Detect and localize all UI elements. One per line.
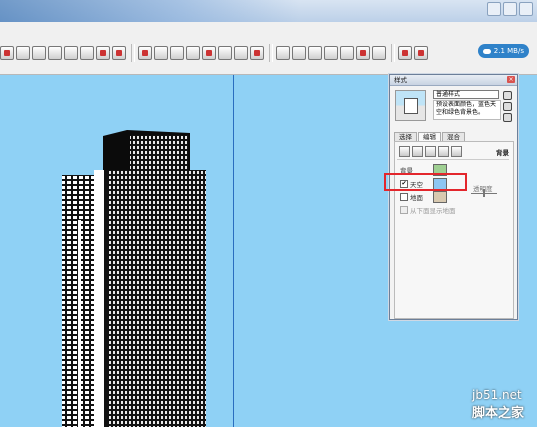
style-name-field[interactable]: 普通样式 [433,90,499,99]
plugin-icon[interactable] [398,46,412,60]
edit-pane: 背景 背景 ✔ 天空 地面 透明度 从下面显示地面 [394,141,514,319]
toolbar-separator [269,44,273,62]
edge-settings-icon[interactable] [399,146,410,157]
hat-icon[interactable] [112,46,126,60]
styles-panel: 样式 × 普通样式 预设表面颜色，蓝色天空和绿色背景色。 选择 编辑 混合 背景… [389,74,518,320]
scissors-icon[interactable] [202,46,216,60]
solid-icon[interactable] [340,46,354,60]
panel-title-bar: 样式 × [390,75,517,86]
style-description-field[interactable]: 预设表面颜色，蓝色天空和绿色背景色。 [433,100,501,120]
title-bar-accent [0,0,300,22]
style-thumbnail [395,90,426,121]
ground-checkbox[interactable] [400,193,408,201]
curve-icon[interactable] [170,46,184,60]
curve-icon[interactable] [154,46,168,60]
show-ground-below-checkbox[interactable] [400,206,408,214]
wall-icon[interactable] [80,46,94,60]
solid-icon[interactable] [276,46,290,60]
angle-icon[interactable] [234,46,248,60]
minimize-button[interactable] [487,2,501,16]
toolbar-separator [391,44,395,62]
speed-badge: 2.1 MB/s [477,44,529,58]
pen-icon[interactable] [372,46,386,60]
close-icon[interactable]: × [507,76,515,83]
update-icon[interactable] [503,113,512,122]
solid-icon[interactable] [308,46,322,60]
speed-text: 2.1 MB/s [493,47,524,55]
ground-label: 地面 [410,194,423,202]
transparency-slider-thumb[interactable] [483,189,485,197]
angle-icon[interactable] [218,46,232,60]
watermark-name: 脚本之家 [472,406,525,421]
watermark-site: jb51.net [472,388,522,402]
refresh-icon[interactable] [503,102,512,111]
solid-icon[interactable] [292,46,306,60]
tag-icon[interactable] [250,46,264,60]
toolbar-separator [131,44,135,62]
divider [397,159,509,160]
close-window-button[interactable] [519,2,533,16]
edit-mode-icons [399,146,462,157]
top-view-icon[interactable] [32,46,46,60]
highlight-box [384,173,467,191]
panel-title: 样式 [394,76,407,84]
modeling-settings-icon[interactable] [451,146,462,157]
face-settings-icon[interactable] [412,146,423,157]
pen-icon[interactable] [356,46,370,60]
solid-icon[interactable] [324,46,338,60]
toolbar [0,22,537,75]
wall-icon[interactable] [64,46,78,60]
hat-icon[interactable] [96,46,110,60]
wall-icon[interactable] [48,46,62,60]
box-icon[interactable] [16,46,30,60]
background-settings-icon[interactable] [425,146,436,157]
home-icon[interactable] [503,91,512,100]
show-ground-below-label: 从下面显示地面 [410,207,456,215]
plugin-icon[interactable] [414,46,428,60]
section-heading: 背景 [496,149,509,157]
maximize-button[interactable] [503,2,517,16]
title-bar [0,0,537,22]
window-controls [487,2,533,16]
paint-icon[interactable] [0,46,14,60]
cloud-icon [482,48,491,54]
curve-icon[interactable] [186,46,200,60]
toolbar-icons [0,40,430,66]
watermark-settings-icon[interactable] [438,146,449,157]
ground-color-swatch[interactable] [433,191,447,203]
scissors-icon[interactable] [138,46,152,60]
